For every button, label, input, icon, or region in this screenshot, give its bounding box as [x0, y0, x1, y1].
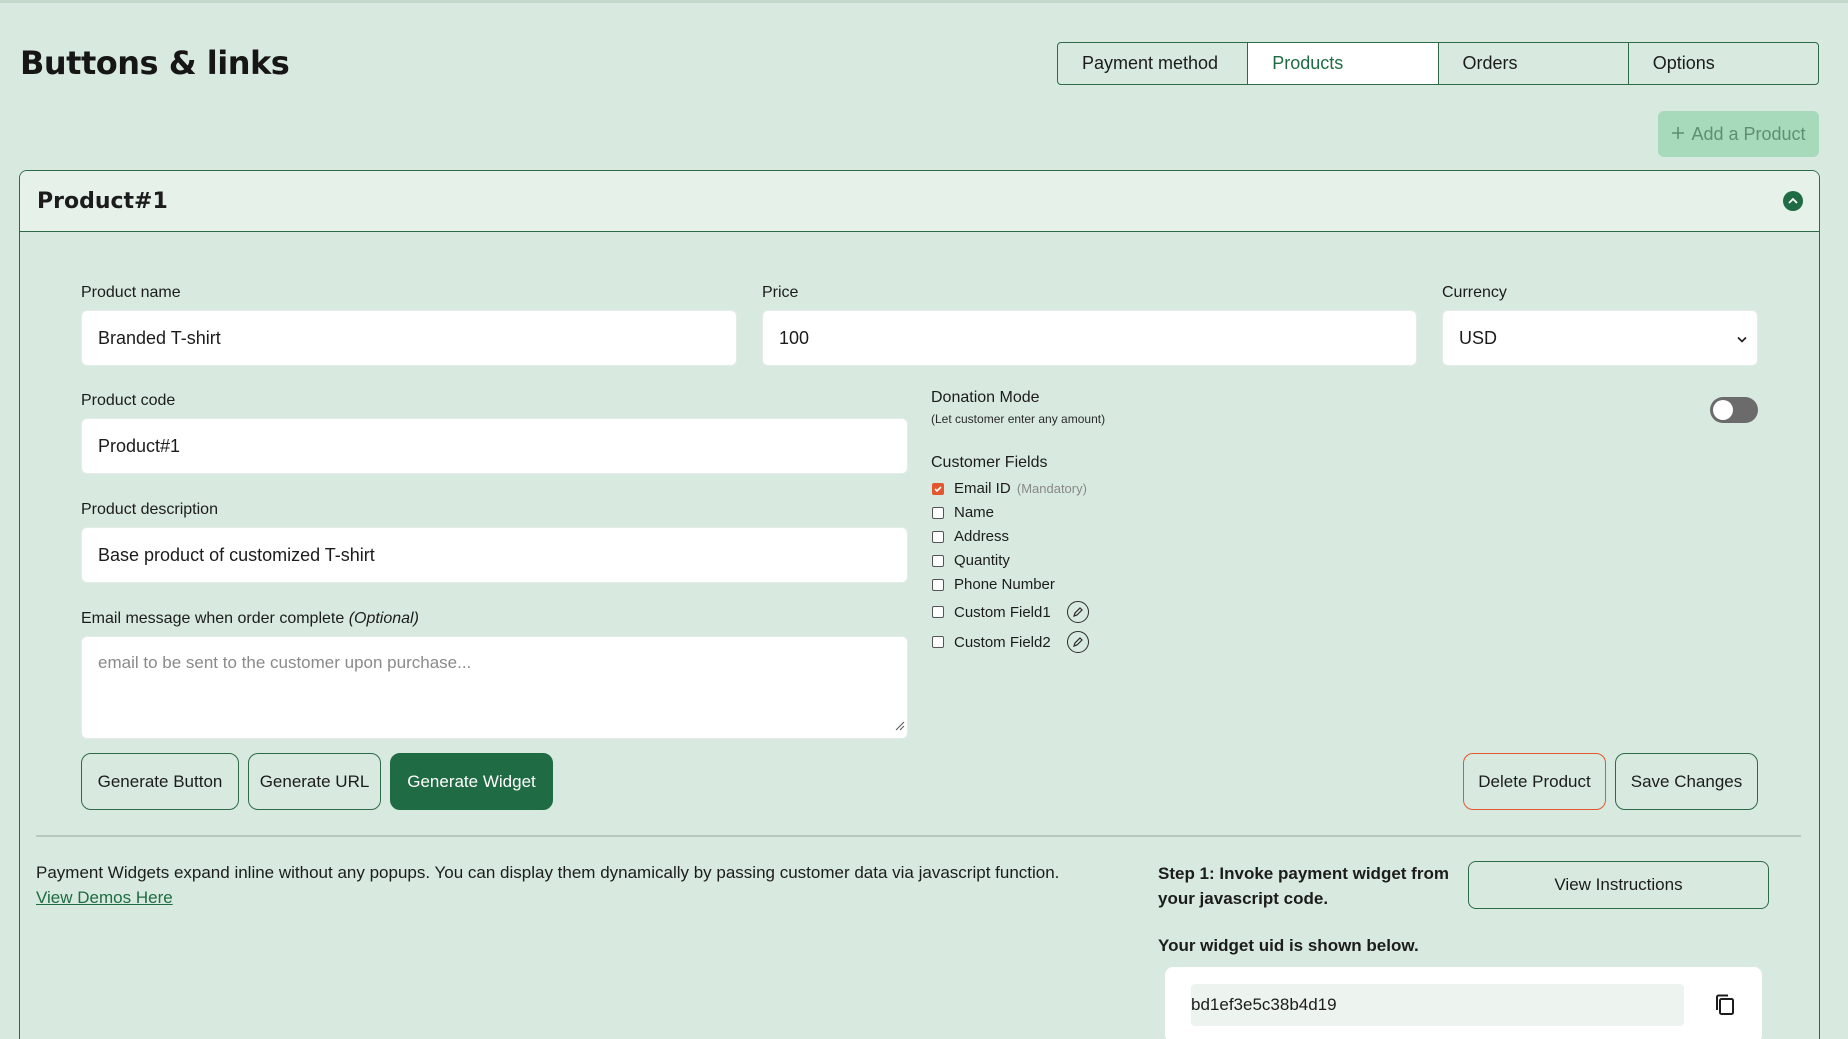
- price-input[interactable]: 100: [762, 310, 1417, 366]
- add-product-label: Add a Product: [1691, 123, 1806, 144]
- top-border: [0, 0, 1848, 3]
- view-demos-link[interactable]: View Demos Here: [36, 888, 173, 908]
- product-card-title: Product#1: [37, 188, 168, 214]
- chevron-down-icon: [1737, 328, 1747, 349]
- email-message-label-text: Email message when order complete: [81, 610, 345, 627]
- product-name-label: Product name: [81, 284, 181, 301]
- generate-button-button[interactable]: Generate Button: [81, 753, 239, 810]
- checkbox-phone[interactable]: [932, 578, 944, 591]
- customer-fields-title: Customer Fields: [931, 454, 1048, 471]
- currency-select[interactable]: USD: [1442, 310, 1758, 366]
- customer-field-label: Quantity: [954, 552, 1010, 569]
- chevron-up-icon[interactable]: [1783, 191, 1803, 211]
- tab-products[interactable]: Products: [1248, 43, 1439, 84]
- save-changes-button[interactable]: Save Changes: [1615, 753, 1758, 810]
- step1-text: Step 1: Invoke payment widget from your …: [1158, 864, 1449, 908]
- product-card-header[interactable]: Product#1: [20, 171, 1819, 232]
- customer-field-custom2[interactable]: Custom Field2: [932, 631, 1089, 653]
- tab-options[interactable]: Options: [1629, 43, 1818, 84]
- customer-field-quantity[interactable]: Quantity: [932, 552, 1010, 569]
- email-message-textarea[interactable]: email to be sent to the customer upon pu…: [81, 636, 908, 739]
- customer-field-custom1[interactable]: Custom Field1: [932, 601, 1089, 623]
- currency-label: Currency: [1442, 284, 1507, 301]
- product-description-label: Product description: [81, 501, 218, 518]
- optional-note: (Optional): [348, 610, 419, 627]
- price-label: Price: [762, 284, 799, 301]
- email-message-placeholder: email to be sent to the customer upon pu…: [98, 653, 472, 672]
- customer-field-address[interactable]: Address: [932, 528, 1009, 545]
- customer-field-phone[interactable]: Phone Number: [932, 576, 1055, 593]
- product-description-value: Base product of customized T-shirt: [98, 544, 375, 565]
- customer-field-label: Name: [954, 504, 995, 521]
- generate-widget-button[interactable]: Generate Widget: [390, 753, 553, 810]
- view-instructions-button[interactable]: View Instructions: [1468, 861, 1769, 909]
- widget-uid-field[interactable]: bd1ef3e5c38b4d19: [1191, 984, 1684, 1026]
- customer-field-label: Custom Field2: [954, 633, 1051, 651]
- product-name-input[interactable]: Branded T-shirt: [81, 310, 737, 366]
- customer-field-name[interactable]: Name: [932, 504, 994, 521]
- customer-field-label: Custom Field1: [954, 603, 1051, 621]
- email-message-label: Email message when order complete (Optio…: [81, 610, 419, 628]
- resize-grip-icon[interactable]: [895, 716, 905, 736]
- plus-icon: [1671, 124, 1685, 145]
- donation-mode-toggle[interactable]: [1710, 397, 1758, 423]
- donation-mode-title: Donation Mode: [931, 389, 1040, 406]
- add-product-button[interactable]: Add a Product: [1658, 111, 1819, 157]
- widget-uid-value: bd1ef3e5c38b4d19: [1191, 995, 1337, 1014]
- widget-description: Payment Widgets expand inline without an…: [36, 863, 1060, 882]
- pencil-icon[interactable]: [1066, 631, 1089, 653]
- currency-value: USD: [1459, 327, 1498, 348]
- product-code-label: Product code: [81, 392, 176, 409]
- product-code-input[interactable]: Product#1: [81, 418, 908, 474]
- product-name-value: Branded T-shirt: [98, 327, 221, 348]
- widget-uid-label: Your widget uid is shown below.: [1158, 936, 1419, 955]
- checkbox-quantity[interactable]: [932, 554, 944, 567]
- generate-url-button[interactable]: Generate URL: [248, 753, 381, 810]
- product-code-value: Product#1: [98, 435, 181, 456]
- page-title: Buttons & links: [20, 44, 290, 82]
- tab-orders[interactable]: Orders: [1439, 43, 1629, 84]
- checkbox-name[interactable]: [932, 506, 944, 519]
- copy-icon[interactable]: [1714, 993, 1736, 1022]
- checkbox-email[interactable]: [932, 482, 944, 495]
- product-description-input[interactable]: Base product of customized T-shirt: [81, 527, 908, 583]
- checkbox-custom2[interactable]: [932, 636, 944, 648]
- tab-bar: Payment method Products Orders Options: [1057, 42, 1819, 85]
- mandatory-note: (Mandatory): [1016, 481, 1087, 496]
- checkbox-custom1[interactable]: [932, 606, 944, 618]
- toggle-knob: [1713, 400, 1733, 420]
- customer-field-label: Address: [954, 528, 1010, 545]
- customer-field-label: Phone Number: [954, 576, 1055, 593]
- customer-field-email[interactable]: Email ID (Mandatory): [932, 480, 1087, 497]
- tab-payment-method[interactable]: Payment method: [1058, 43, 1249, 84]
- widget-uid-box: bd1ef3e5c38b4d19: [1165, 967, 1762, 1039]
- customer-field-label: Email ID: [954, 480, 1011, 497]
- divider: [36, 835, 1801, 837]
- delete-product-button[interactable]: Delete Product: [1463, 753, 1606, 810]
- pencil-icon[interactable]: [1066, 601, 1089, 623]
- donation-mode-subtitle: (Let customer enter any amount): [931, 412, 1106, 426]
- price-value: 100: [779, 327, 810, 348]
- checkbox-address[interactable]: [932, 530, 944, 543]
